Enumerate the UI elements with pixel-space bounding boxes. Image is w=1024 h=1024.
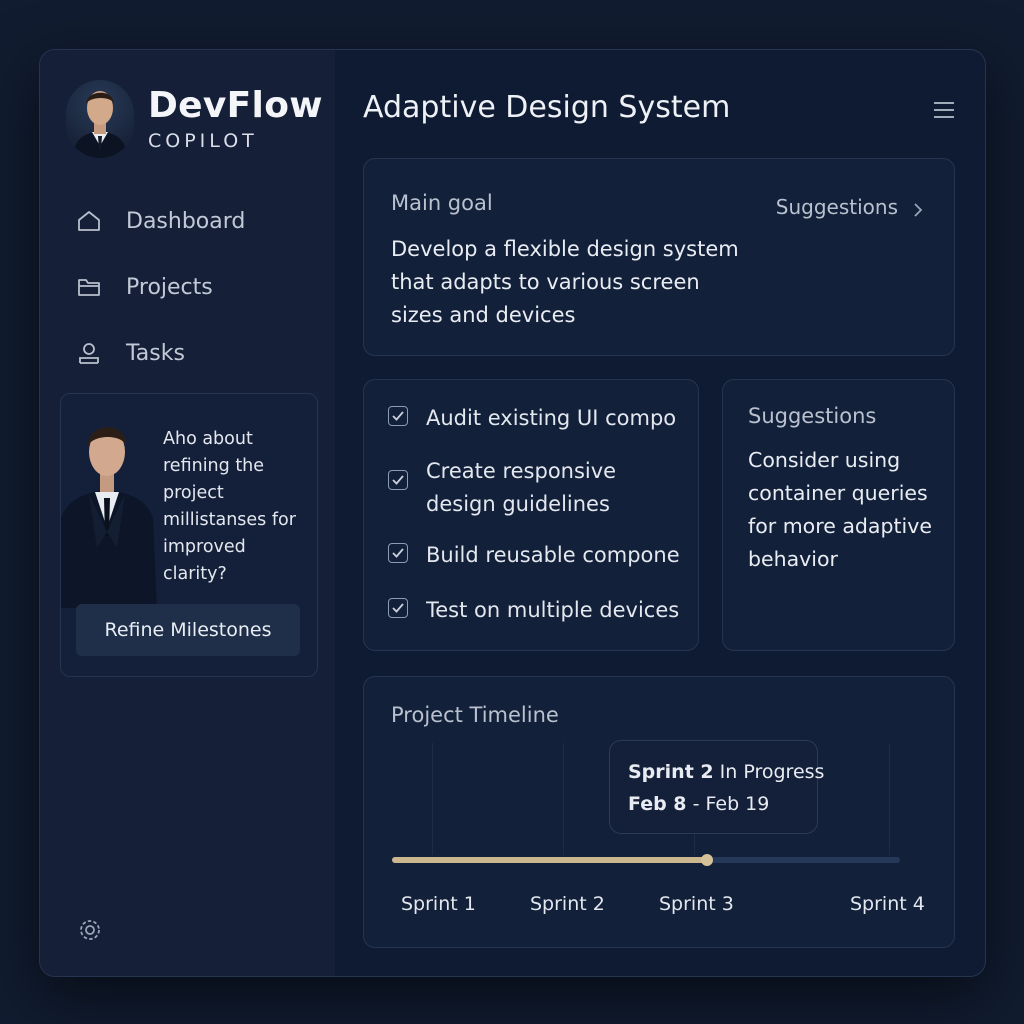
- tooltip-start-date: Feb 8: [628, 793, 687, 815]
- timeline-progress-handle[interactable]: [700, 854, 713, 866]
- timeline-sprint-label: Sprint 3: [659, 893, 734, 915]
- main-goal-card: Main goal Develop a flexible design syst…: [363, 158, 955, 356]
- project-timeline-card: Project Timeline Sprint 2 In Progress Fe…: [363, 676, 955, 948]
- checkbox-checked[interactable]: [388, 598, 408, 618]
- brand-avatar: [66, 80, 134, 158]
- checkbox-checked[interactable]: [388, 543, 408, 563]
- suggestions-card: Suggestions Consider using container que…: [722, 379, 955, 651]
- brand-name: DevFlow: [148, 85, 323, 126]
- timeline-gridline: [563, 743, 564, 855]
- brand-subtitle: COPILOT: [148, 130, 258, 152]
- refine-milestones-button[interactable]: Refine Milestones: [76, 604, 300, 656]
- assistant-avatar: [61, 408, 157, 608]
- task-item[interactable]: Build reusable compone: [388, 539, 686, 572]
- suggestions-link[interactable]: Suggestions: [776, 195, 924, 219]
- timeline-track: [392, 854, 900, 866]
- sidebar-item-tasks[interactable]: Tasks: [40, 320, 335, 386]
- tooltip-date-separator: -: [692, 793, 700, 815]
- sidebar-item-label: Dashboard: [126, 208, 246, 234]
- suggestions-text: Consider using container queries for mor…: [748, 448, 932, 571]
- main-goal-text: Develop a flexible design system that ad…: [391, 237, 739, 327]
- folder-icon: [76, 274, 102, 300]
- suggestions-link-label: Suggestions: [775, 195, 898, 219]
- sidebar-item-dashboard[interactable]: Dashboard: [40, 188, 335, 254]
- app-window: DevFlow COPILOT Dashboard Projects Tasks…: [39, 49, 986, 977]
- tooltip-status: In Progress: [719, 761, 825, 783]
- brand: DevFlow COPILOT: [66, 80, 323, 158]
- timeline-sprint-label: Sprint 2: [530, 893, 605, 915]
- check-icon: [392, 603, 404, 613]
- task-item[interactable]: Test on multiple devices: [388, 594, 686, 627]
- task-item[interactable]: Create responsive design guidelines: [388, 455, 636, 521]
- check-icon: [392, 475, 404, 485]
- tasks-card: Audit existing UI compo Create responsiv…: [363, 379, 699, 651]
- checkbox-checked[interactable]: [388, 406, 408, 426]
- assistant-card: Aho about refining the project millistan…: [60, 393, 318, 677]
- timeline-gridline: [432, 743, 433, 855]
- sidebar-item-label: Projects: [126, 274, 213, 300]
- timeline-tooltip: Sprint 2 In Progress Feb 8 - Feb 19: [609, 740, 824, 834]
- timeline-sprint-label: Sprint 4: [850, 893, 925, 915]
- user-icon: [76, 340, 102, 366]
- sidebar-item-label: Tasks: [126, 340, 185, 366]
- task-label: Audit existing UI compo: [426, 406, 677, 430]
- task-item[interactable]: Audit existing UI compo: [388, 402, 686, 435]
- page-title: Adaptive Design System: [363, 90, 731, 125]
- sidebar-item-projects[interactable]: Projects: [40, 254, 335, 320]
- check-icon: [392, 411, 404, 421]
- home-icon: [76, 208, 102, 234]
- check-icon: [392, 548, 404, 558]
- timeline-progress-bar: [392, 857, 707, 863]
- checkbox-checked[interactable]: [388, 470, 408, 490]
- task-label: Build reusable compone: [426, 543, 680, 567]
- task-label: Create responsive design guidelines: [426, 459, 617, 516]
- gear-icon[interactable]: [76, 916, 104, 944]
- sidebar-nav: Dashboard Projects Tasks: [40, 188, 335, 386]
- main-content: Adaptive Design System Main goal Develop…: [335, 50, 985, 976]
- timeline-gridline: [889, 743, 890, 855]
- tooltip-end-date: Feb 19: [705, 793, 770, 815]
- main-goal-label: Main goal: [391, 191, 493, 215]
- hamburger-menu-icon[interactable]: [933, 100, 955, 120]
- suggestions-title: Suggestions: [748, 404, 877, 428]
- sidebar: DevFlow COPILOT Dashboard Projects Tasks…: [40, 50, 335, 976]
- chevron-right-icon: [912, 199, 924, 217]
- timeline-sprint-label: Sprint 1: [401, 893, 476, 915]
- assistant-message: Aho about refining the project millistan…: [163, 429, 296, 584]
- tooltip-sprint: Sprint 2: [628, 761, 714, 783]
- timeline-title: Project Timeline: [391, 703, 559, 727]
- task-label: Test on multiple devices: [426, 598, 680, 622]
